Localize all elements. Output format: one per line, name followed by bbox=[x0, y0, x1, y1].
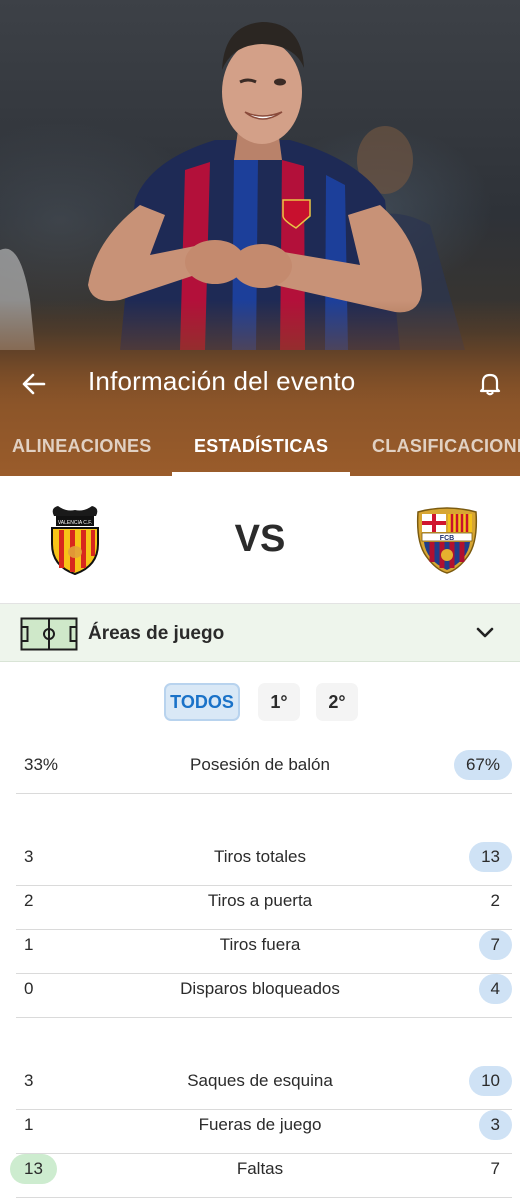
bell-icon bbox=[479, 373, 501, 396]
row-divider bbox=[16, 1017, 512, 1018]
barcelona-crest-text: FCB bbox=[440, 535, 454, 542]
stat-label: Tiros a puerta bbox=[207, 891, 313, 910]
stat-row: Tiros a puerta 2 2 bbox=[0, 886, 520, 930]
stat-away-value: 10 bbox=[469, 1066, 512, 1096]
stat-away-value: 3 bbox=[478, 1110, 512, 1140]
tab-alineaciones[interactable]: ALINEACIONES bbox=[12, 436, 152, 457]
stat-row: Disparos bloqueados 0 4 bbox=[0, 974, 520, 1018]
areas-de-juego-toggle[interactable]: Áreas de juego bbox=[0, 604, 520, 662]
pitch-icon bbox=[20, 617, 78, 651]
stat-home-value: 1 bbox=[24, 935, 34, 954]
row-divider bbox=[16, 1197, 512, 1198]
stat-label: Tiros fuera bbox=[219, 935, 301, 954]
stat-row: Posesión de balón 33% 67% bbox=[0, 750, 520, 794]
stat-label: Faltas bbox=[236, 1159, 284, 1178]
stat-label: Tiros totales bbox=[214, 847, 306, 866]
stat-label: Saques de esquina bbox=[187, 1071, 333, 1090]
stat-away-value: 13 bbox=[469, 842, 512, 872]
notifications-button[interactable] bbox=[470, 364, 510, 404]
stat-label: Posesión de balón bbox=[190, 755, 330, 774]
player-photo bbox=[0, 22, 465, 350]
stat-home-value: 3 bbox=[24, 847, 34, 866]
arrow-left-icon bbox=[22, 373, 46, 395]
tab-estadisticas[interactable]: ESTADÍSTICAS bbox=[194, 436, 328, 457]
barcelona-crest-icon[interactable]: FCB bbox=[414, 506, 480, 574]
stat-home-value: 13 bbox=[10, 1154, 57, 1184]
stat-home-value: 2 bbox=[24, 891, 34, 910]
hero-header: Información del evento ALINEACIONES ESTA… bbox=[0, 0, 520, 476]
chevron-down-icon bbox=[476, 627, 494, 638]
stat-label: Fueras de juego bbox=[198, 1115, 322, 1134]
stat-label: Disparos bloqueados bbox=[180, 979, 340, 998]
stat-row: Tiros totales 3 13 bbox=[0, 842, 520, 886]
tab-clasificaciones[interactable]: CLASIFICACIONES bbox=[372, 436, 520, 457]
stat-row: Faltas 13 7 bbox=[0, 1154, 520, 1198]
areas-label: Áreas de juego bbox=[88, 623, 225, 644]
filter-todos[interactable]: TODOS bbox=[164, 683, 240, 721]
stat-home-value: 33% bbox=[24, 755, 59, 774]
stat-row: Tiros fuera 1 7 bbox=[0, 930, 520, 974]
page-title: Información del evento bbox=[88, 366, 356, 396]
stat-home-value: 0 bbox=[24, 979, 34, 998]
back-button[interactable] bbox=[14, 364, 54, 404]
stat-away-value: 7 bbox=[490, 1159, 500, 1178]
tab-bar: ALINEACIONES ESTADÍSTICAS CLASIFICACIONE… bbox=[0, 414, 520, 476]
stat-away-value: 4 bbox=[478, 974, 512, 1004]
stat-row: Saques de esquina 3 10 bbox=[0, 1066, 520, 1110]
stat-home-value: 1 bbox=[24, 1115, 34, 1134]
row-divider bbox=[16, 793, 512, 794]
filter-second-half[interactable]: 2° bbox=[316, 683, 358, 721]
stat-away-value: 67% bbox=[453, 750, 512, 780]
stat-row: Fueras de juego 1 3 bbox=[0, 1110, 520, 1154]
stat-home-value: 3 bbox=[24, 1071, 34, 1090]
filter-first-half[interactable]: 1° bbox=[258, 683, 300, 721]
stat-away-value: 7 bbox=[478, 930, 512, 960]
stat-away-value: 2 bbox=[490, 891, 500, 910]
period-filter: TODOS 1° 2° bbox=[0, 662, 520, 742]
app-bar: Información del evento bbox=[0, 350, 520, 414]
match-header: VALENCIA C.F. VS FCB bbox=[0, 476, 520, 604]
